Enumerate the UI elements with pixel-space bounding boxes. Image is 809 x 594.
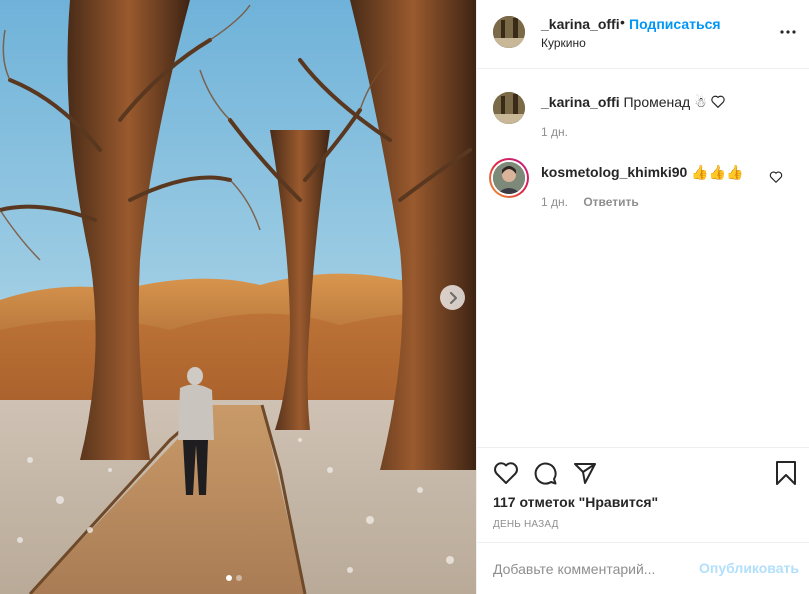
heart-outline-icon[interactable] xyxy=(769,170,783,184)
caption-meta: 1 дн. xyxy=(541,125,568,139)
comment-bubble-icon[interactable] xyxy=(532,460,558,486)
post-header: _karina_offi • Подписаться Куркино xyxy=(477,0,809,69)
post-caption: _karina_offi Променад ☃ 1 дн. xyxy=(477,84,809,144)
likes-count[interactable]: 117 отметок "Нравится" xyxy=(493,494,658,510)
heart-outline-icon[interactable] xyxy=(493,460,519,486)
comment-item: kosmetolog_khimki90 👍👍👍 1 дн. Ответить xyxy=(477,152,809,212)
carousel-dot-active xyxy=(226,575,232,581)
post-location[interactable]: Куркино xyxy=(541,36,586,50)
author-avatar[interactable] xyxy=(493,92,525,124)
reply-button[interactable]: Ответить xyxy=(583,195,638,209)
carousel-dot xyxy=(236,575,242,581)
post-timestamp[interactable]: ДЕНЬ НАЗАД xyxy=(493,519,559,530)
comment-input[interactable] xyxy=(493,557,683,581)
bookmark-icon[interactable] xyxy=(773,460,799,486)
comment-meta: 1 дн. Ответить xyxy=(541,195,639,209)
publish-button[interactable]: Опубликовать xyxy=(699,560,799,576)
autumn-park-photo xyxy=(0,0,476,594)
author-avatar[interactable] xyxy=(493,16,525,48)
post-photo[interactable] xyxy=(0,0,476,594)
post-actions: 117 отметок "Нравится" ДЕНЬ НАЗАД xyxy=(477,447,809,542)
caption-body: Променад xyxy=(623,94,691,110)
comment-username[interactable]: kosmetolog_khimki90 xyxy=(541,164,687,180)
comment-text: kosmetolog_khimki90 👍👍👍 xyxy=(541,164,743,181)
add-comment-bar: Опубликовать xyxy=(477,542,809,594)
next-slide-button[interactable] xyxy=(440,285,465,310)
comment-time: 1 дн. xyxy=(541,195,568,209)
caption-text: _karina_offi Променад ☃ xyxy=(541,94,725,111)
heart-emoji-icon xyxy=(710,95,725,108)
author-username[interactable]: _karina_offi xyxy=(541,16,620,32)
instagram-post: _karina_offi • Подписаться Куркино _kari… xyxy=(0,0,809,594)
follow-button[interactable]: Подписаться xyxy=(629,16,721,32)
caption-time: 1 дн. xyxy=(541,125,568,139)
comment-body: 👍👍👍 xyxy=(691,164,744,180)
paper-plane-icon[interactable] xyxy=(572,460,598,486)
more-horizontal-icon[interactable] xyxy=(777,22,799,42)
caption-username[interactable]: _karina_offi xyxy=(541,94,620,110)
post-details-panel: _karina_offi • Подписаться Куркино _kari… xyxy=(476,0,809,594)
snowman-emoji: ☃ xyxy=(694,94,707,110)
chevron-right-icon xyxy=(449,291,457,304)
carousel-indicator xyxy=(226,575,242,581)
separator-dot: • xyxy=(620,14,625,30)
commenter-avatar[interactable] xyxy=(493,162,525,194)
